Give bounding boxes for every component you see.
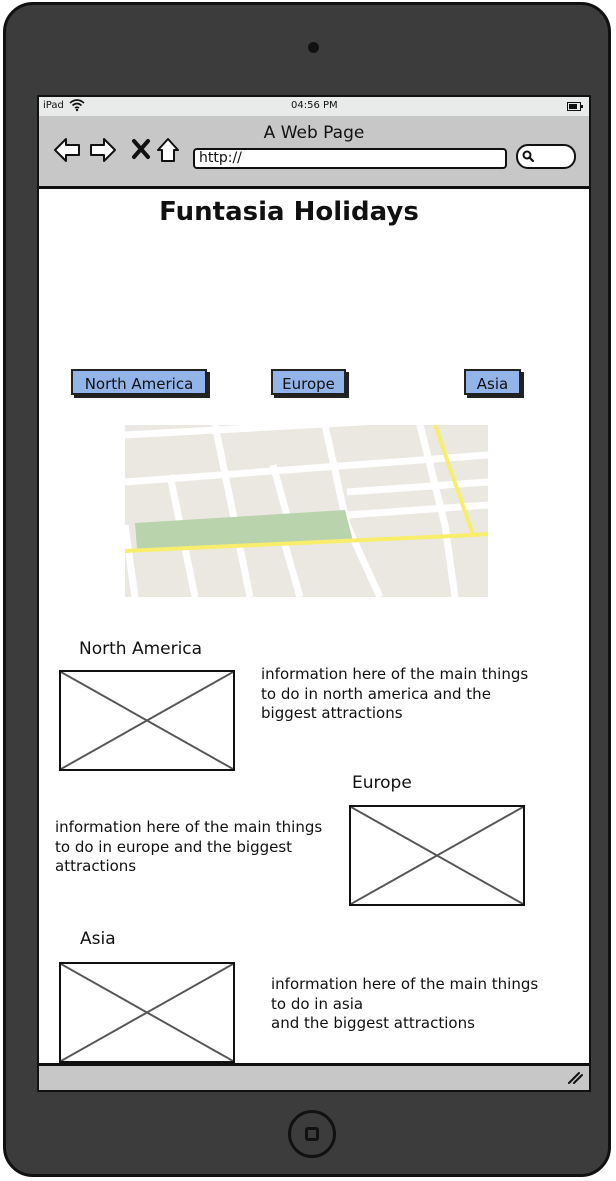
status-time: 04:56 PM <box>291 100 338 111</box>
europe-button[interactable]: Europe <box>271 369 346 395</box>
screen: iPad 04:56 PM A Web Page http:// Funtasi… <box>37 95 591 1092</box>
home-square-icon <box>305 1127 319 1141</box>
north-america-info: information here of the main things to d… <box>261 665 529 722</box>
home-icon[interactable] <box>155 136 183 164</box>
europe-heading: Europe <box>352 773 412 793</box>
europe-image <box>349 805 525 906</box>
search-icon <box>522 150 535 163</box>
north-america-image <box>59 670 235 771</box>
asia-heading: Asia <box>80 929 116 949</box>
asia-image <box>59 962 235 1063</box>
browser-search-field[interactable] <box>516 144 576 169</box>
asia-info: information here of the main things to d… <box>271 975 539 1032</box>
north-america-heading: North America <box>79 639 203 659</box>
asia-button[interactable]: Asia <box>464 369 521 395</box>
map[interactable] <box>125 425 488 597</box>
browser-bottom-bar <box>39 1063 589 1090</box>
page-content: Funtasia Holidays North America Europe A… <box>39 189 589 1063</box>
status-bar: iPad 04:56 PM <box>39 97 589 117</box>
north-america-button[interactable]: North America <box>71 369 207 395</box>
close-icon[interactable] <box>128 136 156 164</box>
url-field[interactable]: http:// <box>193 148 507 169</box>
resize-handle-icon[interactable] <box>567 1071 583 1085</box>
ipad-frame: iPad 04:56 PM A Web Page http:// Funtasi… <box>3 2 611 1177</box>
carrier-label: iPad <box>43 100 64 111</box>
forward-arrow-icon[interactable] <box>89 136 117 164</box>
home-button[interactable] <box>288 1110 336 1158</box>
battery-icon <box>567 102 583 111</box>
site-title: Funtasia Holidays <box>159 197 419 227</box>
browser-toolbar: A Web Page http:// <box>39 116 589 189</box>
back-arrow-icon[interactable] <box>53 136 81 164</box>
browser-title: A Web Page <box>263 123 365 143</box>
camera-dot <box>308 42 319 53</box>
wifi-icon <box>69 99 85 112</box>
europe-info: information here of the main things to d… <box>55 818 323 875</box>
